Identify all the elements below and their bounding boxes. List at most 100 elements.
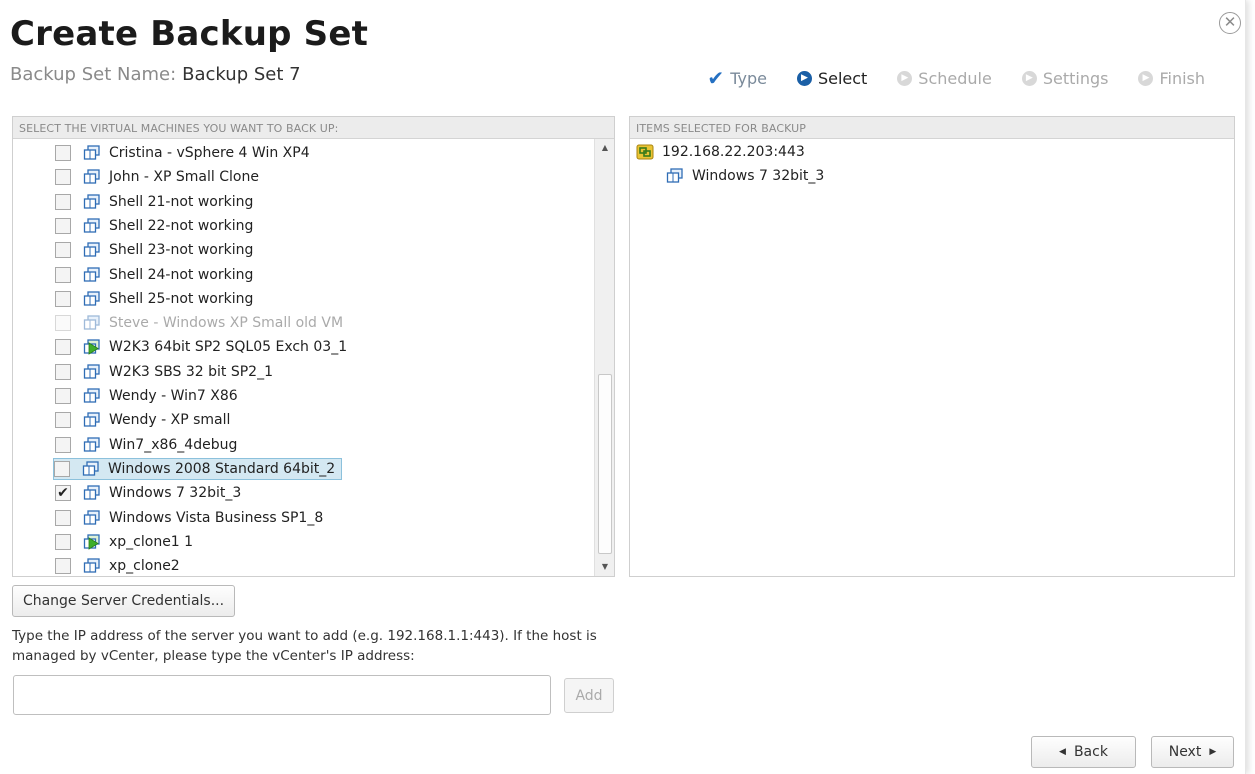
vm-list-item[interactable]: Shell 21-not working xyxy=(55,191,253,213)
vm-list-item[interactable]: Shell 25-not working xyxy=(55,288,253,310)
selected-vm-label: Windows 7 32bit_3 xyxy=(692,168,825,184)
vm-list-item[interactable]: Wendy - Win7 X86 xyxy=(55,385,238,407)
scrollbar-thumb[interactable] xyxy=(598,374,612,554)
vm-selection-panel: SELECT THE VIRTUAL MACHINES YOU WANT TO … xyxy=(12,116,615,577)
back-button[interactable]: ◀ Back xyxy=(1031,736,1136,768)
vm-list-item[interactable]: Windows 2008 Standard 64bit_2 xyxy=(53,457,343,480)
vm-list-scrollbar[interactable]: ▲ ▼ xyxy=(594,139,614,576)
server-ip-input[interactable] xyxy=(13,675,551,715)
close-icon[interactable]: ✕ xyxy=(1219,12,1241,34)
checkbox[interactable] xyxy=(55,558,71,575)
vm-list-item[interactable]: xp_clone1 1 xyxy=(55,531,193,553)
step-type: ✔ Type xyxy=(707,66,767,90)
vm-icon xyxy=(83,388,100,403)
vm-list-item[interactable]: xp_clone2 xyxy=(55,555,180,576)
create-backup-set-dialog: ✕ Create Backup Set Backup Set Name: Back… xyxy=(0,0,1246,774)
vm-label: W2K3 64bit SP2 SQL05 Exch 03_1 xyxy=(109,339,348,356)
next-button[interactable]: Next ▶ xyxy=(1151,736,1234,768)
arrow-circle-icon: ▶ xyxy=(1021,70,1037,86)
checkbox[interactable] xyxy=(55,290,71,307)
vm-label: Windows 7 32bit_3 xyxy=(109,485,242,502)
vm-list-item[interactable]: Shell 22-not working xyxy=(55,215,253,237)
vm-list-item[interactable]: Windows Vista Business SP1_8 xyxy=(55,507,323,529)
step-label: Type xyxy=(730,68,767,88)
checkbox[interactable] xyxy=(55,193,71,210)
vm-icon xyxy=(83,291,100,306)
next-arrow-icon: ▶ xyxy=(1209,747,1217,757)
vm-list-item[interactable]: Wendy - XP small xyxy=(55,409,230,431)
vm-label: Steve - Windows XP Small old VM xyxy=(109,315,344,332)
vm-list-item[interactable]: Steve - Windows XP Small old VM xyxy=(55,312,343,334)
vm-icon xyxy=(83,218,100,233)
checkbox[interactable] xyxy=(55,509,71,526)
back-arrow-icon: ◀ xyxy=(1059,747,1066,757)
vm-icon xyxy=(83,412,100,427)
vm-list-item[interactable]: W2K3 64bit SP2 SQL05 Exch 03_1 xyxy=(55,336,347,358)
step-schedule: ▶ Schedule xyxy=(897,69,992,88)
vm-icon xyxy=(83,242,100,257)
vm-selection-header: SELECT THE VIRTUAL MACHINES YOU WANT TO … xyxy=(13,117,614,139)
vm-running-icon xyxy=(83,339,100,356)
checkbox[interactable] xyxy=(55,339,71,356)
arrow-circle-icon: ▶ xyxy=(897,70,913,86)
step-label: Finish xyxy=(1159,68,1205,88)
checkbox[interactable] xyxy=(55,242,71,259)
checkbox[interactable] xyxy=(55,266,71,283)
vm-label: Shell 21-not working xyxy=(109,193,254,210)
step-label: Settings xyxy=(1042,68,1109,88)
vm-label: W2K3 SBS 32 bit SP2_1 xyxy=(109,363,273,380)
back-label: Back xyxy=(1073,744,1108,760)
vm-icon xyxy=(83,169,100,184)
wizard-steps: ✔ Type ▶ Select ▶ Schedule ▶ Settings ▶ … xyxy=(707,66,1205,90)
vm-label: Shell 23-not working xyxy=(109,242,254,259)
vm-label: Shell 24-not working xyxy=(109,266,254,283)
vm-label: xp_clone1 1 xyxy=(109,533,194,550)
checkbox[interactable] xyxy=(54,460,70,477)
next-label: Next xyxy=(1168,744,1202,760)
vm-list-item[interactable]: Win7_x86_4debug xyxy=(55,434,237,456)
scroll-down-icon[interactable]: ▼ xyxy=(595,558,615,576)
vm-icon xyxy=(83,266,100,282)
selected-host-item[interactable]: 192.168.22.203:443 xyxy=(636,144,805,160)
checkbox[interactable] xyxy=(55,533,71,550)
vm-label: Wendy - XP small xyxy=(109,412,231,429)
arrow-circle-icon: ▶ xyxy=(1138,70,1154,86)
vm-icon xyxy=(83,315,100,330)
vm-icon xyxy=(83,193,100,209)
vm-label: Shell 22-not working xyxy=(109,217,254,234)
step-finish: ▶ Finish xyxy=(1138,69,1205,88)
vm-label: xp_clone2 xyxy=(109,558,180,575)
step-label: Select xyxy=(817,68,868,88)
selected-vm-item[interactable]: Windows 7 32bit_3 xyxy=(666,168,824,184)
checkbox[interactable] xyxy=(55,217,71,234)
vm-icon xyxy=(82,461,99,476)
host-label: 192.168.22.203:443 xyxy=(662,144,805,160)
step-label: Schedule xyxy=(918,68,992,88)
checkbox[interactable] xyxy=(55,436,71,453)
vm-list[interactable]: Cristina - vSphere 4 Win XP4 John - XP Sm… xyxy=(13,139,594,576)
vm-list-item[interactable]: ✔ Windows 7 32bit_3 xyxy=(55,482,241,504)
vm-list-item[interactable]: Cristina - vSphere 4 Win XP4 xyxy=(55,142,310,164)
vm-list-item[interactable]: John - XP Small Clone xyxy=(55,166,259,188)
checkbox[interactable] xyxy=(55,315,71,332)
step-settings: ▶ Settings xyxy=(1021,68,1109,88)
add-server-button[interactable]: Add xyxy=(564,678,614,713)
vm-icon xyxy=(83,364,100,379)
checkbox[interactable] xyxy=(55,169,71,186)
scroll-up-icon[interactable]: ▲ xyxy=(595,139,615,157)
vm-list-item[interactable]: W2K3 SBS 32 bit SP2_1 xyxy=(55,361,273,383)
step-select: ▶ Select xyxy=(796,68,868,88)
checkbox[interactable] xyxy=(55,412,71,429)
add-server-help-text: Type the IP address of the server you wa… xyxy=(12,628,597,664)
backup-set-name: Backup Set Name: Backup Set 7 xyxy=(10,64,301,85)
vm-list-item[interactable]: Shell 23-not working xyxy=(55,239,253,261)
checkbox[interactable] xyxy=(55,363,71,380)
vm-list-item[interactable]: Shell 24-not working xyxy=(55,264,253,286)
checkbox[interactable] xyxy=(55,145,71,161)
change-server-credentials-button[interactable]: Change Server Credentials... xyxy=(12,585,235,617)
checkbox-checked[interactable]: ✔ xyxy=(55,485,71,502)
vm-label: Windows Vista Business SP1_8 xyxy=(109,509,324,526)
checkbox[interactable] xyxy=(55,388,71,404)
checkmark-icon: ✔ xyxy=(707,66,725,90)
vm-label: Windows 2008 Standard 64bit_2 xyxy=(108,460,336,477)
